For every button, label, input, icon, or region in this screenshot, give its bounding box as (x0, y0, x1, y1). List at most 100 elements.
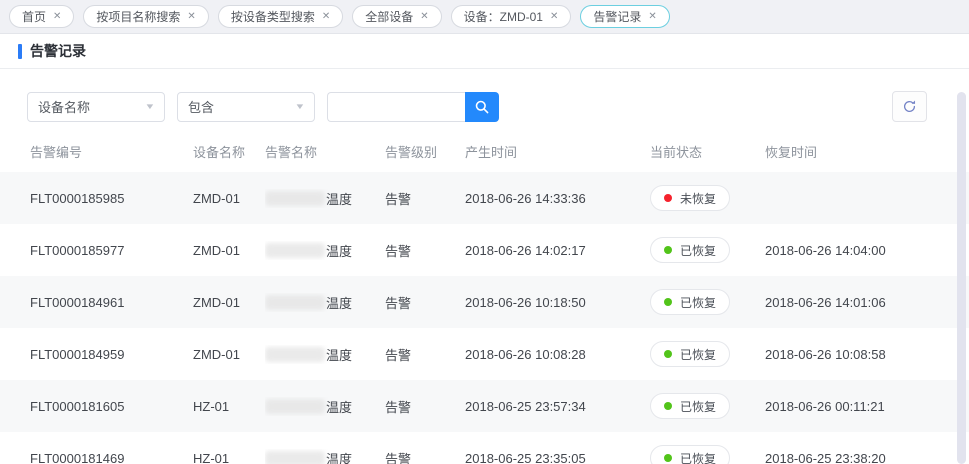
redacted-text (265, 295, 325, 310)
alarm-name-text: 温度 (326, 189, 352, 208)
table-header-row: 告警编号设备名称告警名称告警级别产生时间当前状态恢复时间 (0, 131, 969, 172)
device-name-cell: ZMD-01 (193, 347, 265, 362)
nav-tab-label: 按设备类型搜索 (231, 8, 315, 25)
device-name-cell: HZ-01 (193, 451, 265, 464)
alarm-level-cell: 告警 (385, 449, 465, 464)
redacted-text (265, 243, 325, 258)
column-header: 告警名称 (265, 142, 385, 161)
table-row[interactable]: FLT0000185977 ZMD-01 温度 告警 2018-06-26 14… (0, 224, 969, 276)
search-input[interactable] (327, 92, 465, 122)
field-select[interactable]: 设备名称 ▼ (27, 92, 165, 122)
status-badge: 已恢复 (650, 237, 730, 263)
alarm-name-cell: 温度 (265, 449, 385, 464)
status-badge: 已恢复 (650, 289, 730, 315)
table-row[interactable]: FLT0000184959 ZMD-01 温度 告警 2018-06-26 10… (0, 328, 969, 380)
chevron-down-icon: ▼ (294, 102, 305, 111)
refresh-button[interactable] (892, 91, 927, 122)
status-badge: 未恢复 (650, 185, 730, 211)
close-icon[interactable]: ✕ (187, 12, 195, 22)
status-label: 已恢复 (680, 450, 716, 464)
status-label: 已恢复 (680, 346, 716, 363)
close-icon[interactable]: ✕ (550, 12, 558, 22)
nav-tab[interactable]: 按项目名称搜索 ✕ (83, 5, 208, 28)
nav-tab-label: 设备：ZMD-01 (464, 8, 543, 25)
status-dot-icon (664, 194, 672, 202)
recovered-time-cell: 2018-06-26 10:08:58 (765, 347, 969, 362)
created-time-cell: 2018-06-26 14:33:36 (465, 191, 650, 206)
device-name-cell: ZMD-01 (193, 191, 265, 206)
column-header: 告警编号 (30, 142, 193, 161)
alarm-name-cell: 温度 (265, 241, 385, 260)
operator-select[interactable]: 包含 ▼ (177, 92, 315, 122)
created-time-cell: 2018-06-25 23:57:34 (465, 399, 650, 414)
close-icon[interactable]: ✕ (648, 12, 656, 22)
status-dot-icon (664, 246, 672, 254)
table-body: FLT0000185985 ZMD-01 温度 告警 2018-06-26 14… (0, 172, 969, 464)
status-cell: 未恢复 (650, 185, 765, 211)
status-dot-icon (664, 454, 672, 462)
device-name-cell: ZMD-01 (193, 243, 265, 258)
close-icon[interactable]: ✕ (322, 12, 330, 22)
status-label: 已恢复 (680, 294, 716, 311)
status-cell: 已恢复 (650, 445, 765, 464)
recovered-time-cell: 2018-06-26 00:11:21 (765, 399, 969, 414)
refresh-icon (902, 99, 917, 114)
search-button[interactable] (465, 92, 499, 122)
redacted-text (265, 451, 325, 464)
field-select-value: 设备名称 (38, 97, 90, 116)
table-row[interactable]: FLT0000185985 ZMD-01 温度 告警 2018-06-26 14… (0, 172, 969, 224)
device-name-cell: HZ-01 (193, 399, 265, 414)
vertical-scrollbar[interactable] (957, 92, 966, 464)
alarm-name-cell: 温度 (265, 189, 385, 208)
alarm-id-cell: FLT0000184961 (30, 295, 193, 310)
device-name-cell: ZMD-01 (193, 295, 265, 310)
alarm-level-cell: 告警 (385, 189, 465, 208)
column-header: 恢复时间 (765, 142, 969, 161)
close-icon[interactable]: ✕ (53, 12, 61, 22)
column-header: 告警级别 (385, 142, 465, 161)
status-label: 已恢复 (680, 242, 716, 259)
status-dot-icon (664, 350, 672, 358)
nav-tab[interactable]: 告警记录 ✕ (580, 5, 669, 28)
nav-tab-label: 告警记录 (593, 8, 641, 25)
alarm-name-text: 温度 (326, 449, 352, 464)
table-row[interactable]: FLT0000181469 HZ-01 温度 告警 2018-06-25 23:… (0, 432, 969, 464)
recovered-time-cell: 2018-06-26 14:04:00 (765, 243, 969, 258)
table-row[interactable]: FLT0000184961 ZMD-01 温度 告警 2018-06-26 10… (0, 276, 969, 328)
nav-tab[interactable]: 首页 ✕ (9, 5, 74, 28)
status-label: 未恢复 (680, 190, 716, 207)
table-row[interactable]: FLT0000181605 HZ-01 温度 告警 2018-06-25 23:… (0, 380, 969, 432)
status-badge: 已恢复 (650, 393, 730, 419)
status-dot-icon (664, 402, 672, 410)
nav-tab-label: 首页 (22, 8, 46, 25)
title-accent-bar (18, 44, 22, 59)
status-label: 已恢复 (680, 398, 716, 415)
alarm-name-text: 温度 (326, 293, 352, 312)
page-title: 告警记录 (30, 41, 86, 61)
search-group (327, 92, 499, 122)
nav-tab[interactable]: 设备：ZMD-01 ✕ (451, 5, 572, 28)
redacted-text (265, 399, 325, 414)
created-time-cell: 2018-06-26 10:08:28 (465, 347, 650, 362)
recovered-time-cell: 2018-06-25 23:38:20 (765, 451, 969, 464)
column-header: 设备名称 (193, 142, 265, 161)
filter-toolbar: 设备名称 ▼ 包含 ▼ (0, 69, 969, 131)
status-cell: 已恢复 (650, 393, 765, 419)
status-cell: 已恢复 (650, 341, 765, 367)
created-time-cell: 2018-06-26 10:18:50 (465, 295, 650, 310)
close-icon[interactable]: ✕ (420, 12, 428, 22)
alarm-name-text: 温度 (326, 241, 352, 260)
status-cell: 已恢复 (650, 237, 765, 263)
alarm-id-cell: FLT0000185977 (30, 243, 193, 258)
alarm-name-cell: 温度 (265, 397, 385, 416)
nav-tab[interactable]: 按设备类型搜索 ✕ (218, 5, 343, 28)
alarm-level-cell: 告警 (385, 293, 465, 312)
nav-tab[interactable]: 全部设备 ✕ (352, 5, 441, 28)
column-header: 产生时间 (465, 142, 650, 161)
operator-select-value: 包含 (188, 97, 214, 116)
status-badge: 已恢复 (650, 341, 730, 367)
alarm-name-cell: 温度 (265, 293, 385, 312)
alarm-id-cell: FLT0000181605 (30, 399, 193, 414)
nav-tab-label: 全部设备 (365, 8, 413, 25)
magnifier-icon (474, 99, 490, 115)
